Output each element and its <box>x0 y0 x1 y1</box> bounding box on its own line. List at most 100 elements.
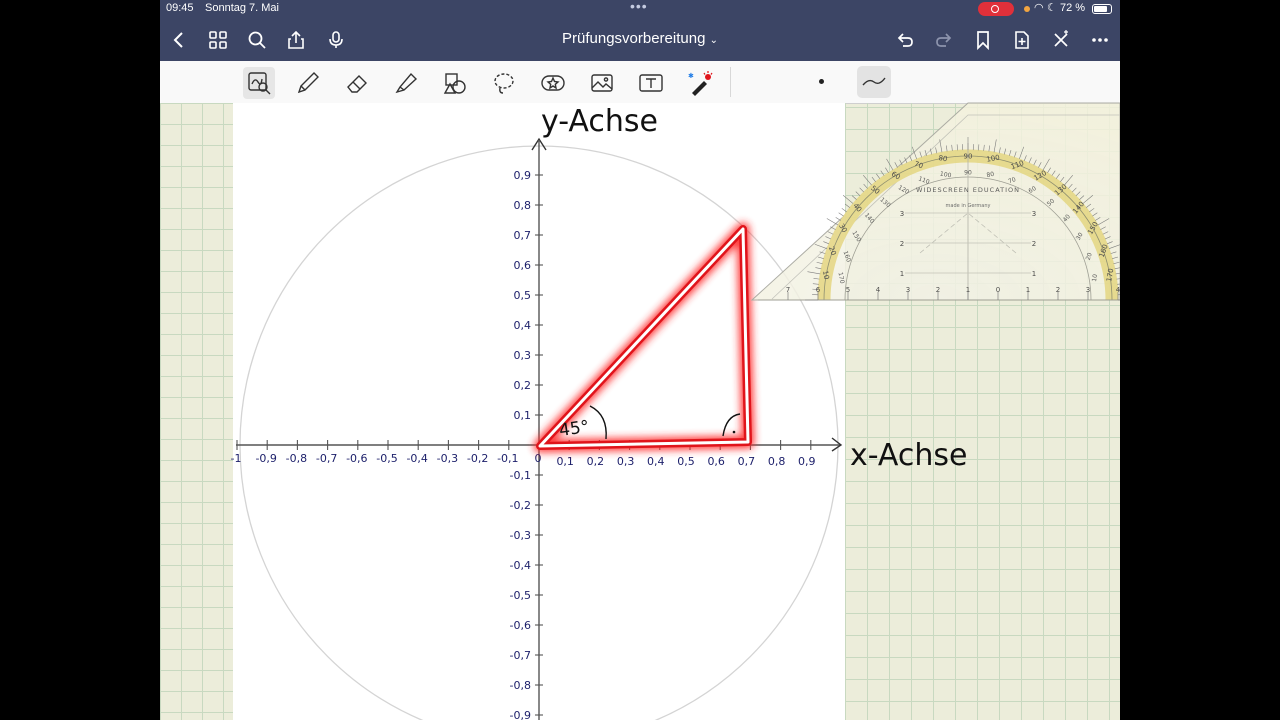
protractor-base-label: 4 <box>1116 286 1120 294</box>
add-page-icon[interactable] <box>1005 18 1039 61</box>
screen-recording-icon[interactable] <box>978 2 1014 16</box>
protractor-degree-label: 90 <box>964 153 973 161</box>
protractor-degree-tick <box>842 194 854 204</box>
text-tool-icon[interactable] <box>635 67 667 99</box>
protractor-height-label: 2 <box>1032 240 1036 248</box>
protractor-degree-tick <box>886 158 894 171</box>
y-tick-label: -0,4 <box>510 559 531 572</box>
x-tick-label: -0,9 <box>255 452 276 465</box>
x-tick-label: -0,2 <box>467 452 488 465</box>
protractor-degree-tick <box>876 173 881 179</box>
x-tick-label: 0,6 <box>707 455 725 468</box>
protractor-degree-tick <box>863 183 868 189</box>
bookmark-icon[interactable] <box>966 18 1000 61</box>
status-time: 09:45 <box>166 2 194 14</box>
share-icon[interactable] <box>279 18 313 61</box>
x-tick-label: -0,8 <box>286 452 307 465</box>
y-tick-label: -0,1 <box>510 469 531 482</box>
protractor-degree-tick <box>835 217 841 221</box>
x-tick-label: -1 <box>231 452 242 465</box>
protractor-degree-label: 10 <box>821 270 830 280</box>
shapes-tool-icon[interactable] <box>439 67 471 99</box>
x-tick-label: 0,1 <box>556 455 574 468</box>
protractor[interactable]: 10 17020 160301504014050130601207011080100… <box>750 102 1120 301</box>
more-icon[interactable] <box>1083 18 1117 61</box>
y-tick-label: 0,4 <box>514 319 532 332</box>
toolbar-divider <box>730 67 731 97</box>
protractor-degree-tick <box>862 174 872 186</box>
angle-label: 45° <box>558 417 591 441</box>
highlighter-tool-icon[interactable] <box>390 67 422 99</box>
stroke-curve-icon <box>862 77 886 86</box>
protractor-base-label: 6 <box>816 286 821 294</box>
x-tick-label: -0,1 <box>497 452 518 465</box>
y-tick-label: -0,8 <box>510 679 531 692</box>
x-tick-label: 0,3 <box>617 455 635 468</box>
y-tick-label: -0,3 <box>510 529 531 542</box>
protractor-degree-tick <box>838 212 844 217</box>
protractor-height-label: 3 <box>1032 210 1036 218</box>
laser-pointer-tool-icon[interactable]: ✱ <box>684 67 716 99</box>
protractor-degree-tick <box>859 187 865 193</box>
x-axis-label: x-Achse <box>850 438 968 473</box>
lasso-tool-icon[interactable] <box>488 67 520 99</box>
stroke-style-button[interactable] <box>857 66 891 98</box>
protractor-base-label: 1 <box>966 286 970 294</box>
y-tick-label: 0,7 <box>514 229 532 242</box>
protractor-degree-tick <box>880 170 885 176</box>
sticker-tool-icon[interactable] <box>537 67 569 99</box>
y-tick-label: 0,9 <box>514 169 532 182</box>
y-tick-label: -0,6 <box>510 619 531 632</box>
wifi-icon: ◠ <box>1034 2 1044 14</box>
protractor-degree-tick <box>841 208 847 213</box>
angle-arc-45 <box>589 405 607 440</box>
protractor-base-label: 7 <box>786 286 790 294</box>
protractor-height-label: 1 <box>1032 270 1036 278</box>
lasso-zoom-tool-icon[interactable] <box>243 67 275 99</box>
handwritten-canvas[interactable]: -1 -0,9 -0,8 -0,7 -0,6 -0,5 -0,4 -0,3 -0,2 -0,1 0 0… <box>160 102 1120 720</box>
protractor-base-label: 4 <box>876 286 881 294</box>
battery-icon <box>1092 4 1112 14</box>
grid-icon[interactable] <box>201 18 235 61</box>
protractor-inner-degree-label: 90 <box>964 170 972 177</box>
mic-in-use-indicator-icon <box>1024 6 1030 12</box>
image-tool-icon[interactable] <box>586 67 618 99</box>
x-tick-label: 0,4 <box>647 455 665 468</box>
ipad-screen: 09:45 Sonntag 7. Mai ••• ◠ ☾ 72 % Prüfun… <box>160 0 1120 720</box>
pen-tool-icon[interactable] <box>292 67 324 99</box>
tool-bar: ✱ <box>160 61 1120 104</box>
x-tick-label: -0,6 <box>346 452 367 465</box>
protractor-inner-degree-label: 80 <box>986 171 995 179</box>
y-tick-label: 0,1 <box>514 409 532 422</box>
y-tick-label: -0,7 <box>510 649 531 662</box>
microphone-icon[interactable] <box>319 18 353 61</box>
protractor-degree-label: 80 <box>938 154 948 163</box>
right-angle-arc <box>722 413 741 437</box>
y-axis <box>531 137 547 720</box>
x-tick-label: 0,5 <box>677 455 695 468</box>
eraser-tool-icon[interactable] <box>341 67 373 99</box>
protractor-base-label: 0 <box>996 286 1000 294</box>
x-tick-label: -0,4 <box>406 452 427 465</box>
protractor-height-label: 2 <box>900 240 904 248</box>
x-tick-label: 0 <box>535 452 542 465</box>
stroke-width-dot[interactable] <box>819 79 824 84</box>
protractor-height-label: 1 <box>900 270 904 278</box>
redo-icon[interactable] <box>927 18 961 61</box>
undo-icon[interactable] <box>888 18 922 61</box>
highlighted-triangle <box>533 222 755 453</box>
document-title[interactable]: Prüfungsvorbereitung ⌄ <box>540 30 740 47</box>
chevron-left-icon[interactable] <box>162 18 196 61</box>
protractor-base-label: 5 <box>846 286 850 294</box>
close-icon[interactable] <box>1044 18 1078 61</box>
multitasking-dots-icon[interactable]: ••• <box>630 0 648 14</box>
protractor-degree-tick <box>855 191 861 197</box>
right-angle-dot <box>732 430 736 434</box>
x-tick-label: -0,7 <box>316 452 337 465</box>
protractor-base-label: 2 <box>1056 286 1060 294</box>
status-bar: 09:45 Sonntag 7. Mai ••• ◠ ☾ 72 % <box>160 0 1120 18</box>
protractor-origin: made in Germany <box>946 203 991 209</box>
navigation-bar: Prüfungsvorbereitung ⌄ <box>160 18 1120 61</box>
search-icon[interactable] <box>240 18 274 61</box>
protractor-inner-degree-label: 10 <box>1091 273 1099 282</box>
